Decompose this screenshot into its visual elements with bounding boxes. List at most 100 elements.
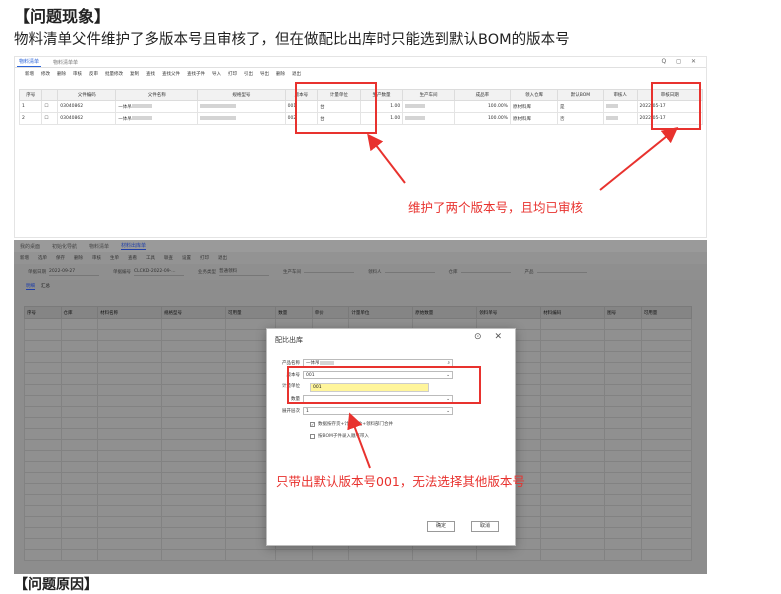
tab-detail[interactable]: 明细: [26, 283, 35, 290]
cell-spec: [197, 100, 286, 113]
expand-row: 展开层次 1 ⌄: [275, 407, 453, 415]
order-checkbox[interactable]: [310, 433, 315, 439]
col-parent-code[interactable]: 父件编码: [57, 89, 117, 101]
col-approver[interactable]: 审核人: [602, 89, 638, 101]
ok-button[interactable]: 确定: [427, 521, 455, 532]
col-pick-no[interactable]: 领料单号: [476, 306, 542, 319]
field-doc-no[interactable]: 单据编号 CLCKD-2022-09-...: [113, 269, 184, 276]
col-drawing-no[interactable]: 图号: [604, 306, 642, 319]
toolbar-btn-approve[interactable]: 审核: [92, 255, 101, 261]
col-price[interactable]: 单价: [311, 306, 350, 319]
merge-option[interactable]: ✓ 数据按存货+计量单位+领料部门合并: [310, 421, 393, 427]
cell-yield: 100.00%: [453, 112, 511, 125]
cell-workshop: [402, 112, 455, 125]
toolbar-btn-link[interactable]: 联查: [164, 255, 173, 261]
field-warehouse[interactable]: 仓库: [449, 269, 511, 275]
col-unit[interactable]: 计量单位: [348, 306, 414, 319]
date-highlight-box: [651, 82, 701, 130]
col-spec[interactable]: 规格型号: [161, 306, 226, 319]
cell-default-bom: 否: [557, 112, 604, 125]
cell-seq: 2: [18, 112, 43, 125]
col-qty[interactable]: 数量: [275, 306, 313, 319]
toolbar-btn-copy[interactable]: 复制: [130, 71, 139, 77]
row-checkbox[interactable]: ☐: [41, 100, 59, 113]
toolbar-btn-view[interactable]: 查看: [128, 255, 137, 261]
toolbar-btn-export[interactable]: 导出: [260, 71, 269, 77]
toolbar-btn-new[interactable]: 新增: [20, 255, 29, 261]
col-warehouse[interactable]: 仓库: [60, 306, 99, 319]
col-workshop[interactable]: 生产车间: [402, 89, 455, 101]
toolbar-btn-find-parent[interactable]: 查找父件: [162, 71, 180, 77]
toolbar-btn-select[interactable]: 选单: [38, 255, 47, 261]
cell-name: 一体吊: [115, 112, 199, 125]
toolbar-btn-exit[interactable]: 退出: [292, 71, 301, 77]
toolbar-btn-lead[interactable]: 引出: [244, 71, 253, 77]
tab-summary[interactable]: 汇总: [41, 283, 50, 289]
field-biz-type[interactable]: 业务类型 普通领料: [198, 268, 269, 276]
col-default-bom[interactable]: 默认BOM: [557, 89, 604, 101]
tab-bom-sheet[interactable]: 物料清单单: [51, 58, 80, 67]
toolbar-btn-batch-edit[interactable]: 批量修改: [105, 71, 123, 77]
cell-workshop: [402, 100, 455, 113]
col-material-name[interactable]: 材料名称: [97, 306, 163, 319]
cell-approver: [602, 100, 638, 113]
order-option[interactable]: 按BOM子件录入顺序带入: [310, 433, 369, 439]
toolbar-btn-approve[interactable]: 审核: [73, 71, 82, 77]
col-spec[interactable]: 规格型号: [197, 89, 286, 101]
tab-bar: 物料清单 物料清单单: [15, 57, 706, 68]
toolbar-btn-print[interactable]: 打印: [200, 255, 209, 261]
field-date[interactable]: 单据日期 2022-09-27: [28, 269, 99, 276]
toolbar-btn-save[interactable]: 保存: [56, 255, 65, 261]
merge-checkbox[interactable]: ✓: [310, 421, 315, 427]
toolbar-btn-tools[interactable]: 工具: [146, 255, 155, 261]
header-form: 单据日期 2022-09-27 单据编号 CLCKD-2022-09-... 业务类…: [14, 264, 707, 280]
col-orig-qty[interactable]: 原始数量: [412, 306, 478, 319]
tab-bar: 我的桌面 初始化导航 物料清单 材料出库单: [14, 240, 707, 252]
col-available-2[interactable]: 可用量: [640, 306, 693, 319]
table-row[interactable]: [24, 549, 693, 561]
toolbar-btn-new[interactable]: 新增: [25, 71, 34, 77]
col-check[interactable]: [41, 89, 59, 101]
toolbar-btn-remove[interactable]: 删除: [276, 71, 285, 77]
col-yield[interactable]: 成品率: [453, 89, 511, 101]
col-warehouse[interactable]: 领入仓库: [509, 89, 559, 101]
toolbar-btn-import[interactable]: 导入: [212, 71, 221, 77]
col-parent-name[interactable]: 父件名称: [115, 89, 199, 101]
cell-warehouse: 原材料库: [509, 100, 559, 113]
col-material-code[interactable]: 材料编码: [540, 306, 606, 319]
chevron-down-icon[interactable]: ⌄: [446, 409, 450, 414]
toolbar-btn-find[interactable]: 查找: [146, 71, 155, 77]
tab-material-out[interactable]: 材料出库单: [121, 242, 147, 250]
toolbar-btn-unapprove[interactable]: 反审: [89, 71, 98, 77]
ratio-out-dialog: 配比出库 ⊙ ✕ 产品名称 一体吊 ⌕ 版本号 001 ⌄ 计量单位 001 数量 …: [266, 328, 516, 546]
detail-tabs: 明细 汇总: [14, 280, 707, 292]
toolbar-btn-print[interactable]: 打印: [228, 71, 237, 77]
cell-warehouse: 原材料库: [509, 112, 559, 125]
cell-default-bom: 是: [557, 100, 604, 113]
toolbar-btn-delete[interactable]: 删除: [74, 255, 83, 261]
dialog-close-icon[interactable]: ⊙ ✕: [474, 332, 507, 342]
cancel-button[interactable]: 取消: [471, 521, 499, 532]
tab-bom[interactable]: 物料清单: [17, 57, 42, 67]
col-seq[interactable]: 序号: [18, 89, 43, 101]
field-workshop[interactable]: 生产车间: [283, 269, 354, 275]
window-controls[interactable]: Q ◻ ✕: [661, 58, 700, 65]
toolbar-btn-settings[interactable]: 设置: [182, 255, 191, 261]
toolbar-btn-delete[interactable]: 删除: [57, 71, 66, 77]
col-seq[interactable]: 序号: [24, 306, 62, 319]
tab-init-nav[interactable]: 初始化导航: [52, 243, 77, 250]
col-available[interactable]: 可用量: [224, 306, 277, 319]
tab-desktop[interactable]: 我的桌面: [20, 243, 40, 250]
toolbar: 新增 修改 删除 审核 反审 批量修改 复制 查找 查找父件 查找子件 导入 打…: [15, 68, 706, 80]
section-heading: 【问题现象】: [14, 7, 111, 26]
expand-select[interactable]: 1 ⌄: [303, 407, 453, 415]
field-product[interactable]: 产品: [525, 269, 587, 275]
toolbar-btn-find-child[interactable]: 查找子件: [187, 71, 205, 77]
cell-code: 03040862: [57, 112, 117, 125]
toolbar-btn-edit[interactable]: 修改: [41, 71, 50, 77]
toolbar-btn-generate[interactable]: 生单: [110, 255, 119, 261]
toolbar-btn-exit[interactable]: 退出: [218, 255, 227, 261]
tab-bom[interactable]: 物料清单: [89, 243, 109, 250]
row-checkbox[interactable]: ☐: [41, 112, 59, 125]
field-picker[interactable]: 领料人: [368, 269, 435, 275]
